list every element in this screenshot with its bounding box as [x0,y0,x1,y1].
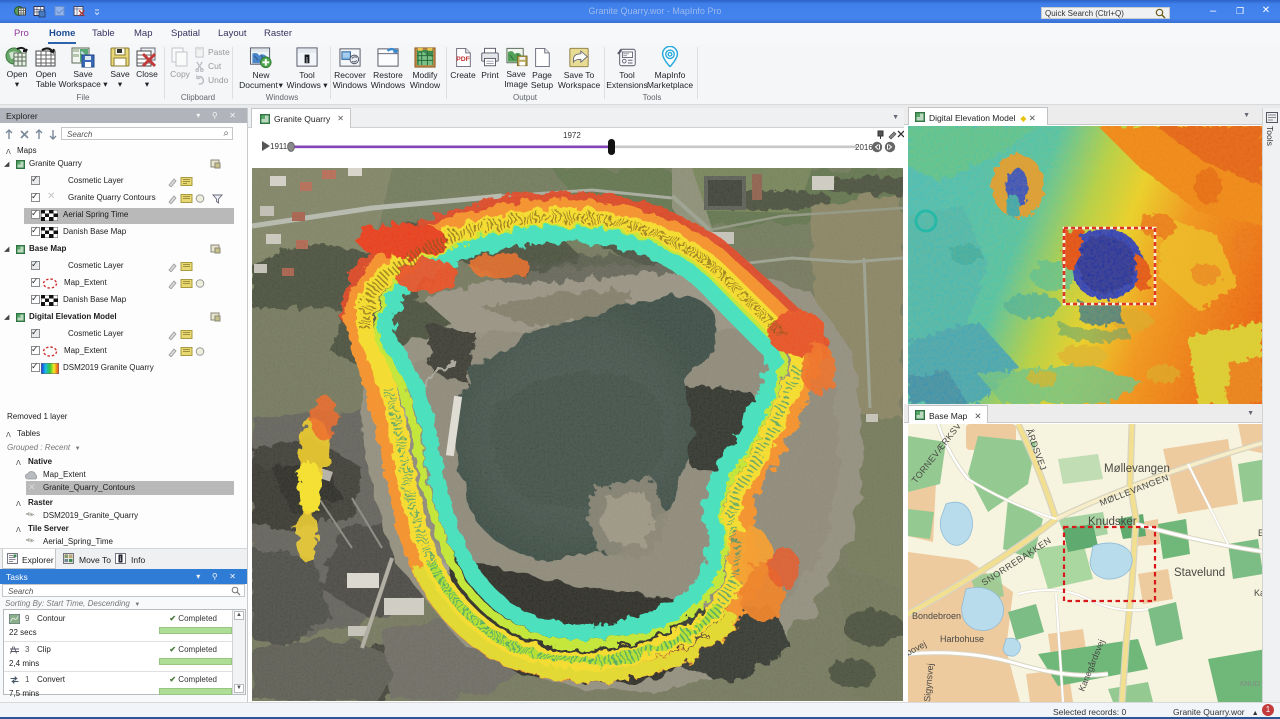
svg-text:Stavelund: Stavelund [1174,567,1225,579]
svg-text:Møllevangen: Møllevangen [1104,463,1170,475]
svg-text:2016: 2016 [855,143,873,152]
svg-text:Harbohuse: Harbohuse [940,634,984,644]
svg-text:Bondebroen: Bondebroen [912,611,961,621]
svg-text:Knudsker: Knudsker [1088,516,1137,528]
svg-text:KNUD: KNUD [1240,681,1260,688]
svg-text:i: i [120,555,122,563]
svg-text:1911: 1911 [270,142,288,151]
svg-text:PDF: PDF [456,56,470,63]
svg-text:1972: 1972 [563,131,581,140]
